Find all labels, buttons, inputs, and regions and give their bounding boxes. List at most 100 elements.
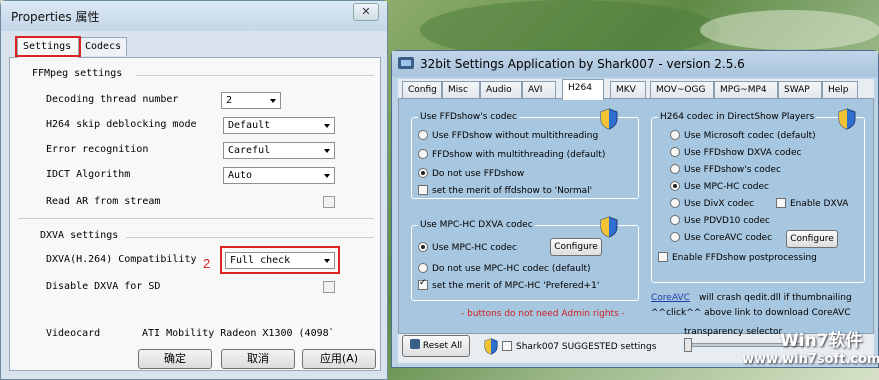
close-icon[interactable]: ✕: [353, 3, 379, 21]
checkbox[interactable]: [418, 278, 428, 290]
dialog-body: Settings Codecs 1 FFMpeg settings Decodi…: [9, 36, 381, 371]
cancel-button[interactable]: 取消: [221, 349, 295, 369]
checkbox-ffdshow-merit[interactable]: set the merit of ffdshow to 'Normal': [418, 185, 592, 196]
checkbox[interactable]: [418, 185, 428, 195]
radio-ffdshow-no-mt[interactable]: Use FFDshow without multithreading: [418, 130, 598, 141]
decoding-thread-select[interactable]: 2: [221, 92, 281, 109]
admin-note: - buttons do not need Admin rights -: [461, 309, 625, 319]
radio-button[interactable]: [670, 147, 680, 157]
coreavc-note-1: will crash qedit.dll if thumbnailing: [699, 293, 852, 303]
section-divider: [18, 218, 374, 219]
mpchc-configure-button[interactable]: Configure: [550, 238, 602, 256]
radio-divx-codec[interactable]: Use DivX codec: [670, 198, 754, 209]
checkbox[interactable]: [502, 341, 512, 351]
radio-button[interactable]: [418, 263, 428, 273]
tab-h264[interactable]: H264: [562, 79, 604, 100]
coreavc-configure-button[interactable]: Configure: [786, 230, 838, 248]
radio-use-mpchc[interactable]: Use MPC-HC codec: [418, 242, 517, 253]
mpchc-codec-box: Use MPC-HC DXVA codec Use MPC-HC codec C…: [411, 216, 639, 301]
option-label: Use CoreAVC codec: [684, 233, 773, 243]
label-error-recognition: Error recognition: [46, 144, 149, 155]
radio-button[interactable]: [418, 242, 428, 252]
radio-button[interactable]: [670, 198, 680, 208]
radio-button[interactable]: [418, 149, 428, 159]
highlight-box-settings: [15, 36, 81, 57]
radio-mpchc-codec[interactable]: Use MPC-HC codec: [670, 181, 769, 192]
select-value: Careful: [228, 145, 271, 156]
radio-ffdshow-off[interactable]: Do not use FFDshow: [418, 168, 524, 179]
radio-no-mpchc[interactable]: Do not use MPC-HC codec (default): [418, 263, 591, 274]
h264-deblocking-select[interactable]: Default: [223, 117, 335, 134]
checkbox-suggested-settings[interactable]: Shark007 SUGGESTED settings: [502, 341, 656, 352]
radio-coreavc-codec[interactable]: Use CoreAVC codec: [670, 232, 772, 243]
settings-panel: FFMpeg settings Decoding thread number 2…: [9, 57, 381, 371]
checkbox-mpchc-merit[interactable]: set the merit of MPC-HC 'Prefered+1': [418, 278, 599, 291]
radio-ffdshow-dxva[interactable]: Use FFDshow DXVA codec: [670, 147, 801, 158]
dialog-title: Properties 属性: [11, 10, 100, 24]
radio-ffdshow-codec[interactable]: Use FFDshow's codec: [670, 164, 781, 175]
label-dxva-compatibility: DXVA(H.264) Compatibility: [46, 254, 197, 265]
apply-button[interactable]: 应用(A): [302, 349, 376, 369]
tab-swap[interactable]: SWAP: [778, 81, 822, 99]
tab-codecs[interactable]: Codecs: [79, 37, 127, 56]
directshow-codec-box: H264 codec in DirectShow Players Use Mic…: [651, 108, 865, 283]
radio-button[interactable]: [670, 130, 680, 140]
idct-algorithm-select[interactable]: Auto: [223, 167, 335, 184]
reset-all-button[interactable]: Reset All: [402, 335, 470, 357]
tab-mov-ogg[interactable]: MOV~OGG: [650, 81, 714, 99]
option-label: Use FFDshow DXVA codec: [684, 148, 802, 158]
option-label: Use FFDshow's codec: [684, 165, 781, 175]
chevron-down-icon: [270, 99, 276, 103]
transparency-label: transparency selector: [684, 327, 783, 337]
coreavc-note-2: ^^click^^ above link to download CoreAVC: [651, 308, 851, 318]
radio-pdvd10-codec[interactable]: Use PDVD10 codec: [670, 215, 770, 226]
tab-mpg-mp4[interactable]: MPG~MP4: [714, 81, 778, 99]
select-value: 2: [226, 95, 233, 106]
label-disable-dxva: Disable DXVA for SD: [46, 281, 161, 292]
disable-dxva-checkbox[interactable]: [323, 281, 335, 293]
tab-config[interactable]: Config: [402, 81, 442, 99]
checkbox-enable-dxva[interactable]: Enable DXVA: [776, 198, 848, 209]
checkbox[interactable]: [776, 198, 786, 208]
watermark-url: www.win7soft.com: [742, 352, 879, 367]
radio-button[interactable]: [670, 164, 680, 174]
tab-help[interactable]: Help: [822, 81, 858, 99]
radio-button[interactable]: [418, 130, 428, 140]
ok-button[interactable]: 确定: [138, 349, 212, 369]
checkbox-postprocessing[interactable]: Enable FFDshow postprocessing: [658, 252, 817, 263]
radio-button[interactable]: [670, 232, 680, 242]
group-divider: [136, 75, 374, 76]
radio-button[interactable]: [670, 181, 680, 191]
shield-icon: [600, 216, 618, 238]
box-title: Use FFDshow's codec: [418, 112, 519, 122]
option-label: FFDshow with multithreading (default): [432, 150, 606, 160]
window-body: Config Misc Audio AVI H264 MKV MOV~OGG M…: [398, 79, 874, 363]
error-recognition-select[interactable]: Careful: [223, 142, 335, 159]
radio-ffdshow-mt[interactable]: FFDshow with multithreading (default): [418, 149, 605, 160]
transparency-slider-thumb[interactable]: [684, 338, 692, 352]
tab-audio[interactable]: Audio: [480, 81, 522, 99]
tab-mkv[interactable]: MKV: [610, 81, 646, 99]
chevron-down-icon: [324, 174, 330, 178]
window-titlebar: 32bit Settings Application by Shark007 -…: [392, 51, 878, 77]
option-label: Use PDVD10 codec: [684, 216, 770, 226]
option-label: Use MPC-HC codec: [684, 182, 769, 192]
option-label: Enable DXVA: [790, 199, 849, 209]
read-ar-checkbox[interactable]: [323, 196, 335, 208]
radio-button[interactable]: [670, 215, 680, 225]
group-title-dxva: DXVA settings: [40, 230, 119, 241]
background-foliage: [700, 10, 879, 50]
radio-button[interactable]: [418, 168, 428, 178]
label-h264-deblocking: H264 skip deblocking mode: [46, 119, 197, 130]
radio-ms-codec[interactable]: Use Microsoft codec (default): [670, 130, 816, 141]
app-icon: [398, 57, 414, 69]
coreavc-link[interactable]: CoreAVC: [651, 293, 690, 303]
tab-misc[interactable]: Misc: [442, 81, 480, 99]
select-value: Auto: [228, 170, 253, 181]
videocard-value: ATI Mobility Radeon X1300 (4098`: [142, 328, 335, 339]
tab-avi[interactable]: AVI: [522, 81, 556, 99]
checkbox[interactable]: [658, 252, 668, 262]
watermark-logo-text: Win7软件: [780, 331, 863, 351]
option-label: set the merit of ffdshow to 'Normal': [432, 186, 593, 196]
option-label: Use MPC-HC codec: [432, 243, 517, 253]
